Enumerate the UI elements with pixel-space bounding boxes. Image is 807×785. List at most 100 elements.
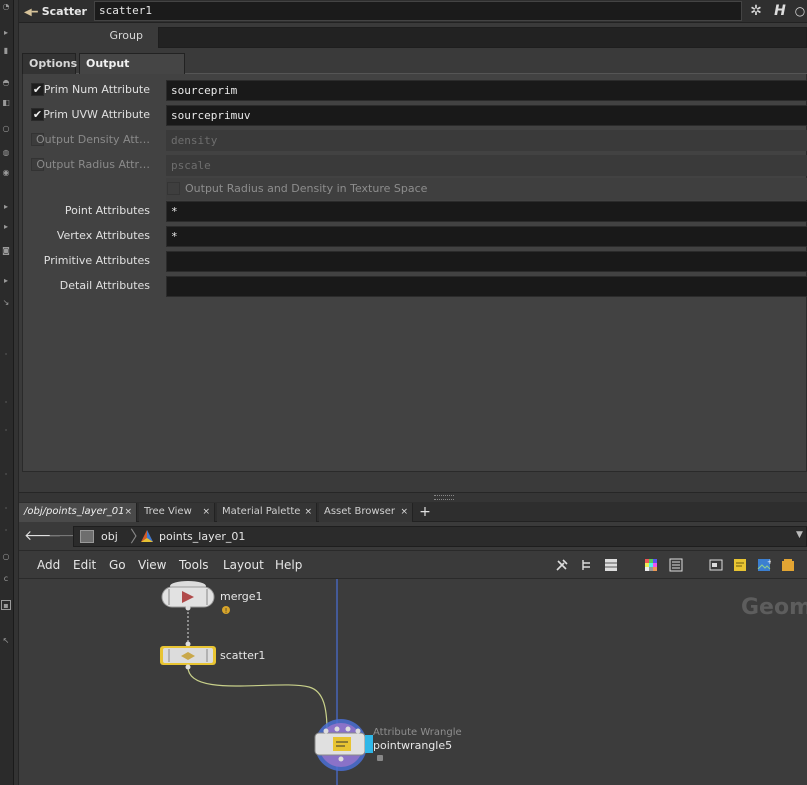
wrench-icon[interactable] [555,558,569,572]
tool-icon[interactable]: · [1,426,11,436]
prim-num-checkbox[interactable]: ✔ [31,83,44,96]
splitter-grip-icon[interactable] [434,495,454,500]
point-attributes-field[interactable]: * [166,201,807,222]
network-canvas[interactable]: ! [19,579,807,785]
pane-tab-network[interactable]: /obj/points_layer_01 × [19,503,137,522]
group-field[interactable] [158,27,807,48]
horizontal-splitter[interactable] [19,492,807,502]
tool-icon[interactable]: ○ [1,124,11,134]
tool-icon[interactable]: ◔ [1,2,11,12]
menu-help[interactable]: Help [275,558,302,572]
tool-icon[interactable]: · [1,504,11,514]
tool-icon[interactable]: ◙ [1,246,11,256]
prim-uvw-row: ✔ Prim UVW Attribute sourceprimuv [23,104,807,126]
tool-icon[interactable]: ◓ [1,78,11,88]
menu-go[interactable]: Go [109,558,126,572]
vertex-attributes-label: Vertex Attributes [56,229,150,242]
prim-num-row: ✔ Prim Num Attribute sourceprim [23,79,807,101]
close-icon[interactable]: × [202,503,210,521]
output-density-label: Output Density Att… [36,133,150,146]
tool-icon[interactable]: ◧ [1,98,11,108]
network-editor[interactable]: Geom ! merge1 scatter1 Attribute Wrangle… [19,579,807,785]
texture-space-checkbox[interactable] [167,182,180,195]
tree-layout-icon[interactable] [580,558,594,572]
close-icon[interactable]: × [304,503,312,521]
network-box-icon[interactable] [709,558,723,572]
prim-uvw-checkbox[interactable]: ✔ [31,108,44,121]
output-density-field[interactable]: density [166,130,807,151]
vertex-attributes-field[interactable]: * [166,226,807,247]
pane-tab-bar: /obj/points_layer_01 × Tree View × Materia… [19,502,807,522]
tool-icon[interactable]: ↖ [1,636,11,646]
node-name-field[interactable]: scatter1 [94,1,742,21]
tool-icon[interactable]: ▸ [1,276,11,286]
prim-num-field[interactable]: sourceprim [166,80,807,101]
tool-icon[interactable]: ○ [1,552,11,562]
close-icon[interactable]: × [124,503,132,521]
output-attributes-page: ✔ Prim Num Attribute sourceprim ✔ Prim U… [22,74,807,472]
close-icon[interactable]: × [400,503,408,521]
quick-marks-icon[interactable] [781,558,795,572]
menu-view[interactable]: View [138,558,166,572]
breadcrumb-points-layer[interactable]: points_layer_01 [159,530,245,543]
network-menubar: Add Edit Go View Tools Layout Help + [19,551,807,579]
tool-icon[interactable]: · [1,398,11,408]
output-radius-field[interactable]: pscale [166,155,807,176]
tool-icon[interactable]: ▮ [1,46,11,56]
tool-icon[interactable]: · [1,350,11,360]
tool-icon[interactable]: c [1,574,11,584]
tool-icon[interactable]: · [1,526,11,536]
svg-text:!: ! [225,607,228,615]
prim-num-label: Prim Num Attribute [43,83,150,96]
pane-tab-asset-browser[interactable]: Asset Browser × [319,503,413,522]
list-view-icon[interactable] [604,558,618,572]
parm-header: ◀━ Scatter scatter1 ✲ H ○ [19,0,807,23]
tool-icon[interactable]: ▪ [1,600,11,610]
tab-output-attributes[interactable]: Output Attributes [79,53,185,90]
color-palette-icon[interactable] [644,558,658,572]
merge1-label: merge1 [220,590,263,603]
add-tab-button[interactable]: + [417,503,433,521]
pane-tab-tree-view[interactable]: Tree View × [139,503,215,522]
tool-icon[interactable]: · [1,470,11,480]
detail-attributes-label: Detail Attributes [59,279,150,292]
vertex-attributes-row: Vertex Attributes * [23,225,807,247]
help-icon[interactable]: H [770,1,790,21]
tool-icon[interactable]: ◍ [1,148,11,158]
parameter-panel: ◀━ Scatter scatter1 ✲ H ○ Group Options O… [19,0,807,492]
tool-icon[interactable]: ▸ [1,28,11,38]
detail-attributes-row: Detail Attributes [23,275,807,297]
geometry-object-icon [141,530,153,542]
pane-tab-label: /obj/points_layer_01 [24,506,125,517]
menu-layout[interactable]: Layout [223,558,264,572]
output-radius-label: Output Radius Attr… [36,158,150,171]
breadcrumb-obj[interactable]: obj [101,530,118,543]
detail-attributes-field[interactable] [166,276,807,297]
chevron-down-icon[interactable]: ▼ [796,530,803,540]
prim-uvw-field[interactable]: sourceprimuv [166,105,807,126]
tool-icon[interactable]: ↘ [1,298,11,308]
menu-tools[interactable]: Tools [179,558,209,572]
background-image-icon[interactable]: + [757,558,771,572]
tool-icon[interactable]: ◉ [1,168,11,178]
tool-icon[interactable]: ▸ [1,222,11,232]
menu-edit[interactable]: Edit [73,558,96,572]
pane-tab-material-palette[interactable]: Material Palette × [217,503,317,522]
pointwrangle5-label: pointwrangle5 [373,739,453,752]
wire-scatter-to-wrangle[interactable] [187,666,328,732]
primitive-attributes-field[interactable] [166,251,807,272]
gear-icon[interactable]: ✲ [746,1,766,21]
menu-add[interactable]: Add [37,558,60,572]
tool-icon[interactable]: ▸ [1,202,11,212]
search-icon[interactable]: ○ [793,1,807,21]
sticky-note-icon[interactable] [733,558,747,572]
point-attributes-label: Point Attributes [64,204,150,217]
scatter1-node[interactable] [160,641,216,670]
tab-options[interactable]: Options [22,53,77,74]
pane-tab-label: Asset Browser [324,506,396,517]
breadcrumb: obj 〉 points_layer_01 ▼ [73,526,807,547]
shape-palette-icon[interactable] [669,558,683,572]
forward-arrow-icon[interactable]: 🡒 [48,528,86,544]
point-attributes-row: Point Attributes * [23,200,807,222]
back-arrow-icon[interactable]: 🡐 [24,528,62,544]
